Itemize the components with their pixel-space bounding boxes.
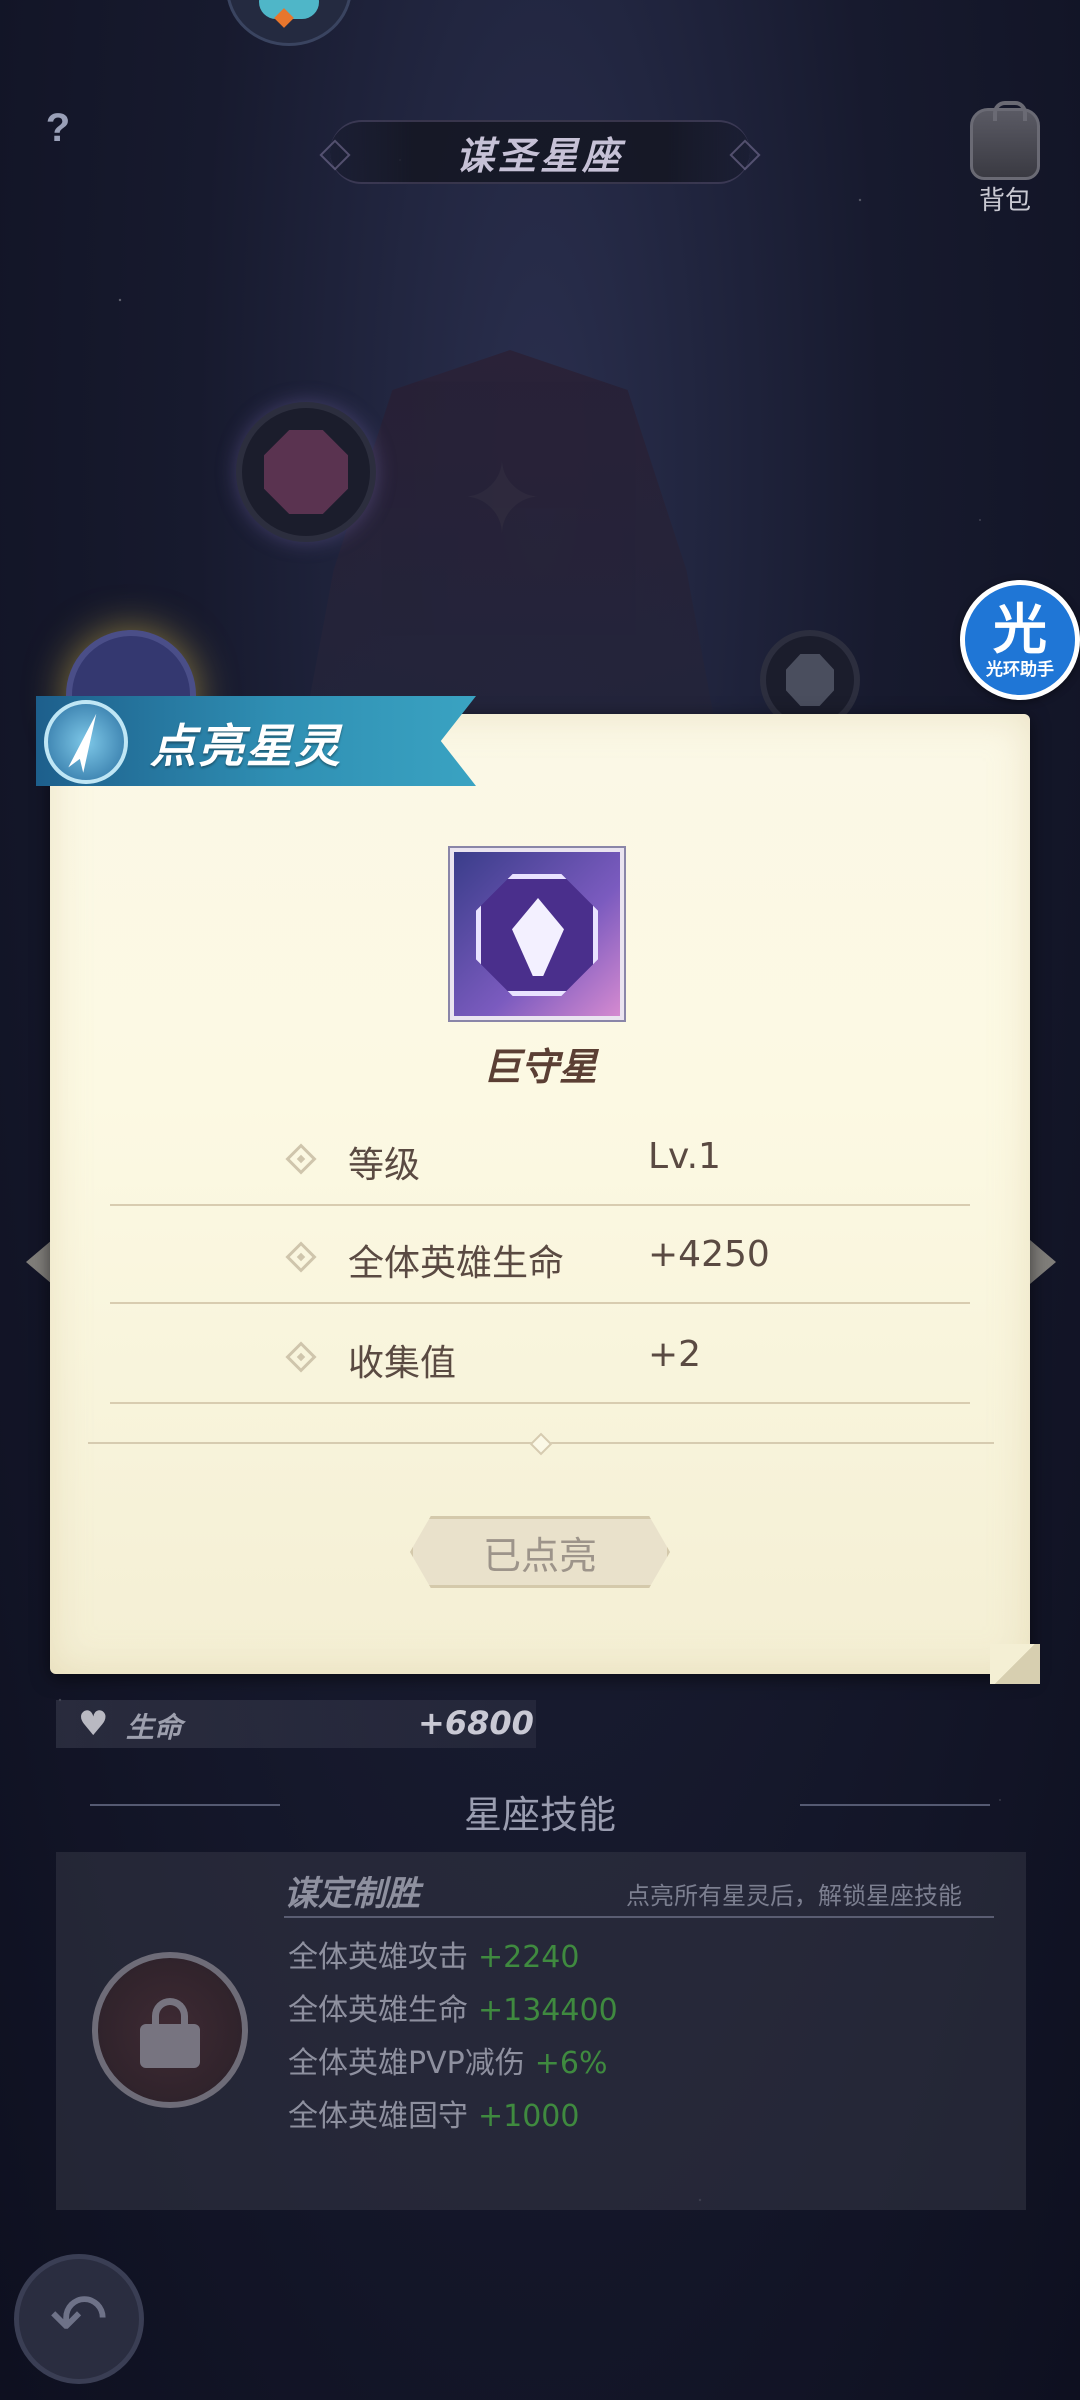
question-icon: ? [45, 105, 71, 150]
skill-unlock-hint: 点亮所有星灵后，解锁星座技能 [626, 1882, 962, 1910]
stat-label: 等级 [348, 1145, 421, 1186]
skill-underline [284, 1916, 994, 1918]
stat-row-hero-life: 全体英雄生命 +4250 [110, 1206, 970, 1304]
stat-value: Lv.1 [648, 1136, 721, 1177]
diamond-bullet-icon [285, 1341, 317, 1373]
heart-icon: ♥ [78, 1704, 109, 1744]
constellation-skill-panel: 谋定制胜 点亮所有星灵后，解锁星座技能 全体英雄攻击 +2240 全体英雄生命 +1… [56, 1852, 1026, 2210]
skill-bonus-life: 全体英雄生命 +134400 [288, 1985, 618, 2029]
spirit-emblem-icon [450, 848, 624, 1020]
diamond-bullet-icon [285, 1241, 317, 1273]
skill-bonus-defense: 全体英雄固守 +1000 [288, 2091, 579, 2135]
spirit-name: 巨守星 [482, 1045, 597, 1089]
backpack-icon [970, 101, 1040, 180]
backpack-label: 背包 [978, 186, 1031, 216]
bonus-label: 全体英雄PVP减伤 [288, 2046, 525, 2081]
back-button[interactable]: ↶ [14, 2254, 144, 2384]
hooded-figure-art [300, 350, 720, 750]
stat-value: +4250 [648, 1234, 770, 1275]
page-title: 谋圣星座 [455, 133, 624, 178]
lock-body [140, 2024, 200, 2068]
help-button[interactable]: ? [30, 100, 86, 156]
helper-badge-glyph: 光 [993, 598, 1047, 661]
skill-name: 谋定制胜 [284, 1874, 420, 1914]
stat-value: +2 [648, 1334, 702, 1375]
bonus-label: 全体英雄固守 [288, 2099, 468, 2134]
bonus-value: +134400 [478, 1993, 618, 2028]
compass-icon [44, 700, 128, 784]
skill-bonus-pvp: 全体英雄PVP减伤 +6% [288, 2038, 607, 2082]
skill-bonus-attack: 全体英雄攻击 +2240 [288, 1932, 579, 1976]
dialog-title: 点亮星灵 [150, 719, 342, 773]
stat-label: 全体英雄生命 [348, 1243, 565, 1284]
bonus-value: +1000 [478, 2099, 580, 2134]
back-arrow-icon: ↶ [49, 2278, 109, 2360]
pet-avatar[interactable] [226, 0, 352, 46]
stat-row-collection: 收集值 +2 [110, 1306, 970, 1404]
backpack-button[interactable]: 背包 [966, 101, 1044, 216]
bonus-value: +6% [534, 2046, 608, 2081]
dialog-divider [88, 1442, 994, 1444]
life-label: 生命 [126, 1711, 183, 1744]
constellation-art [0, 330, 1080, 760]
lock-icon [92, 1952, 248, 2108]
lit-button[interactable]: 已点亮 [410, 1516, 670, 1588]
bonus-label: 全体英雄攻击 [288, 1940, 468, 1975]
title-plate: 谋圣星座 [330, 120, 750, 184]
section-title: 星座技能 [463, 1793, 616, 1837]
helper-badge-label: 光环助手 [986, 660, 1054, 680]
prev-arrow-icon[interactable] [26, 1240, 52, 1284]
bonus-value: +2240 [478, 1940, 580, 1975]
bonus-label: 全体英雄生命 [288, 1993, 468, 2028]
stat-label: 收集值 [348, 1343, 457, 1384]
life-total-row: ♥ 生命 +6800 [56, 1700, 536, 1748]
lock-glyph [140, 1998, 200, 2068]
star-node-scroll[interactable] [236, 402, 376, 542]
life-value: +6800 [418, 1704, 534, 1742]
diamond-bullet-icon [285, 1143, 317, 1175]
stat-row-level: 等级 Lv.1 [110, 1108, 970, 1206]
next-arrow-icon[interactable] [1030, 1240, 1056, 1284]
helper-badge[interactable]: 光 光环助手 [960, 580, 1080, 700]
